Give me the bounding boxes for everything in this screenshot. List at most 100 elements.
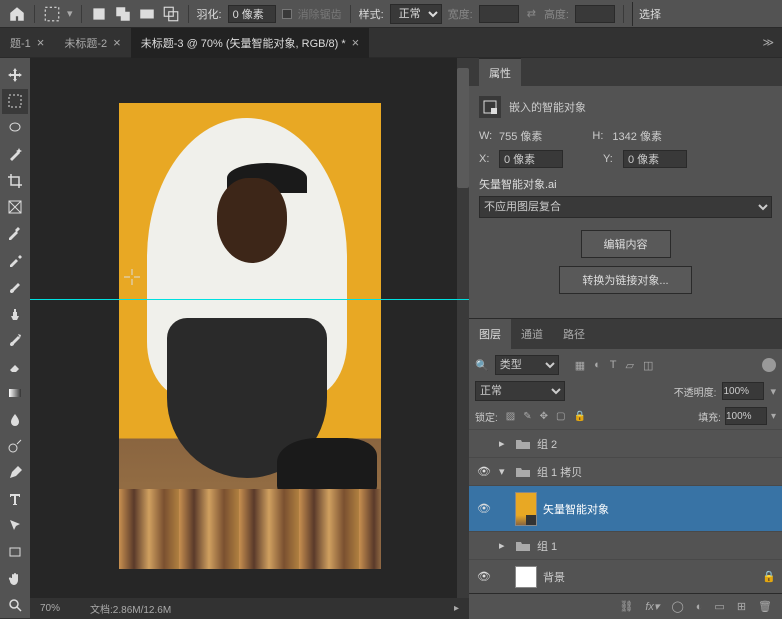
- magic-wand-tool[interactable]: [2, 142, 28, 168]
- y-input[interactable]: [623, 150, 687, 168]
- select-menu[interactable]: 选择: [632, 2, 667, 26]
- zoom-tool[interactable]: [2, 593, 28, 619]
- visibility-icon[interactable]: 👁: [475, 502, 493, 515]
- zoom-level[interactable]: 70%: [40, 603, 60, 614]
- mask-icon[interactable]: ◯: [671, 600, 683, 613]
- layer-name[interactable]: 组 1: [537, 538, 776, 554]
- new-layer-icon[interactable]: ⊞: [737, 600, 746, 613]
- x-input[interactable]: [499, 150, 563, 168]
- convert-linked-button[interactable]: 转换为链接对象...: [559, 266, 691, 294]
- dropdown-icon[interactable]: ▾: [770, 385, 776, 398]
- tab-doc-2[interactable]: 未标题-2 ×: [54, 28, 130, 58]
- scrollbar-thumb[interactable]: [457, 68, 469, 188]
- link-layers-icon[interactable]: ⛓: [619, 600, 633, 613]
- layer-row-group[interactable]: 👁 ▾ 组 1 拷贝: [469, 457, 782, 485]
- layer-comp-select[interactable]: 不应用图层复合: [479, 196, 772, 218]
- lock-transparent-icon[interactable]: ▨: [506, 411, 515, 422]
- feather-input[interactable]: [228, 5, 276, 23]
- twisty-icon[interactable]: ▸: [499, 437, 509, 450]
- layer-row-group[interactable]: 👁 ▸ 组 1: [469, 531, 782, 559]
- style-select[interactable]: 正常: [390, 4, 442, 24]
- search-icon[interactable]: 🔍: [475, 359, 489, 372]
- dropdown-icon[interactable]: ▾: [771, 411, 776, 422]
- panel-toggle-icon[interactable]: [0, 58, 2, 88]
- path-selection-tool[interactable]: [2, 513, 28, 539]
- canvas-vertical-scrollbar[interactable]: [457, 58, 469, 618]
- rectangle-tool[interactable]: [2, 540, 28, 566]
- canvas-area[interactable]: [30, 58, 469, 618]
- marquee-icon[interactable]: [43, 5, 61, 23]
- visibility-icon[interactable]: 👁: [475, 465, 493, 478]
- tab-overflow-icon[interactable]: ≫: [754, 36, 782, 49]
- filter-smart-icon[interactable]: ◫: [643, 359, 653, 372]
- layer-thumbnail[interactable]: [515, 566, 537, 588]
- guide-line[interactable]: [30, 299, 469, 300]
- layer-row-group[interactable]: 👁 ▸ 组 2: [469, 429, 782, 457]
- tab-doc-1[interactable]: 题-1 ×: [0, 28, 54, 58]
- fill-input[interactable]: [725, 407, 767, 425]
- pen-tool[interactable]: [2, 460, 28, 486]
- lock-pixels-icon[interactable]: ✎: [523, 411, 531, 422]
- layer-thumbnail[interactable]: [515, 492, 537, 526]
- home-icon[interactable]: [8, 5, 26, 23]
- layer-name[interactable]: 背景: [543, 569, 756, 585]
- filter-adjustment-icon[interactable]: ◐: [594, 359, 601, 372]
- opacity-input[interactable]: [722, 382, 764, 400]
- layer-name[interactable]: 矢量智能对象: [543, 501, 776, 517]
- brush-tool[interactable]: [2, 274, 28, 300]
- eyedropper-tool[interactable]: [2, 221, 28, 247]
- crop-tool[interactable]: [2, 168, 28, 194]
- properties-tab[interactable]: 属性: [479, 58, 521, 87]
- tab-layers[interactable]: 图层: [469, 319, 511, 349]
- edit-contents-button[interactable]: 编辑内容: [581, 230, 671, 258]
- lock-artboard-icon[interactable]: ▢: [556, 411, 565, 422]
- frame-tool[interactable]: [2, 195, 28, 221]
- healing-brush-tool[interactable]: [2, 248, 28, 274]
- clone-stamp-tool[interactable]: [2, 301, 28, 327]
- filter-toggle[interactable]: [762, 358, 776, 372]
- dodge-tool[interactable]: [2, 433, 28, 459]
- close-icon[interactable]: ×: [113, 35, 121, 50]
- eraser-tool[interactable]: [2, 354, 28, 380]
- close-icon[interactable]: ×: [352, 35, 360, 50]
- status-menu-icon[interactable]: ▸: [454, 603, 459, 614]
- selection-subtract-icon[interactable]: [138, 5, 156, 23]
- lock-position-icon[interactable]: ✥: [540, 411, 548, 422]
- filter-type-icon[interactable]: T: [610, 359, 617, 372]
- selection-intersect-icon[interactable]: [162, 5, 180, 23]
- tab-doc-3[interactable]: 未标题-3 @ 70% (矢量智能对象, RGB/8) * ×: [131, 28, 370, 58]
- layer-row-smart-object[interactable]: 👁 ▸ 矢量智能对象: [469, 485, 782, 531]
- hand-tool[interactable]: [2, 566, 28, 592]
- dropdown-arrow[interactable]: ▾: [67, 7, 73, 20]
- type-tool[interactable]: [2, 487, 28, 513]
- delete-icon[interactable]: 🗑: [758, 600, 772, 613]
- lasso-tool[interactable]: [2, 115, 28, 141]
- layer-name[interactable]: 组 1 拷贝: [537, 464, 776, 480]
- filter-kind-select[interactable]: 类型: [495, 355, 559, 375]
- filter-shape-icon[interactable]: ▱: [626, 359, 634, 372]
- filter-pixel-icon[interactable]: ▦: [575, 359, 585, 372]
- adjustment-icon[interactable]: ◐: [696, 601, 703, 613]
- close-icon[interactable]: ×: [37, 35, 45, 50]
- canvas[interactable]: [119, 103, 381, 569]
- move-tool[interactable]: [2, 62, 28, 88]
- layer-name[interactable]: 组 2: [537, 436, 776, 452]
- twisty-icon[interactable]: ▾: [499, 465, 509, 478]
- tab-paths[interactable]: 路径: [553, 319, 595, 349]
- group-icon[interactable]: ▭: [714, 600, 724, 613]
- width-label: 宽度:: [448, 6, 473, 22]
- gradient-tool[interactable]: [2, 380, 28, 406]
- doc-info[interactable]: 文档:2.86M/12.6M: [90, 601, 171, 616]
- selection-new-icon[interactable]: [90, 5, 108, 23]
- selection-add-icon[interactable]: [114, 5, 132, 23]
- tab-channels[interactable]: 通道: [511, 319, 553, 349]
- fx-icon[interactable]: fx▾: [645, 600, 659, 613]
- blur-tool[interactable]: [2, 407, 28, 433]
- twisty-icon[interactable]: ▸: [499, 539, 509, 552]
- visibility-icon[interactable]: 👁: [475, 570, 493, 583]
- marquee-tool[interactable]: [2, 89, 28, 115]
- lock-all-icon[interactable]: 🔒: [573, 411, 585, 422]
- history-brush-tool[interactable]: [2, 327, 28, 353]
- blend-mode-select[interactable]: 正常: [475, 381, 565, 401]
- layer-row-background[interactable]: 👁 ▸ 背景 🔒: [469, 559, 782, 593]
